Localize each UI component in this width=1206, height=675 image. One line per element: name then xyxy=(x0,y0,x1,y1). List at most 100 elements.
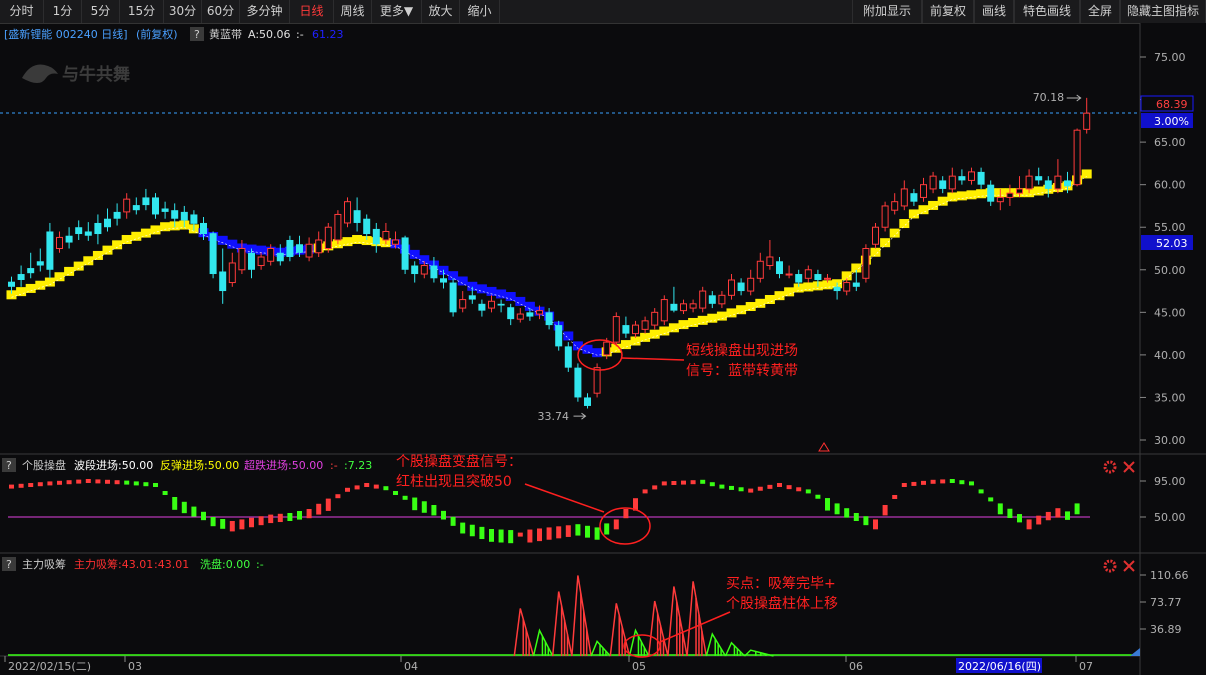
band-block-10 xyxy=(102,245,113,255)
price-label-5: 50.00 xyxy=(1154,264,1186,277)
osc-bar-47 xyxy=(460,522,466,534)
candle-body-61 xyxy=(593,367,601,394)
osc-dot-16 xyxy=(162,491,168,495)
osc-dot-71 xyxy=(690,480,696,485)
leader-line-1 xyxy=(621,357,685,361)
toolbar-btn-6[interactable]: 多分钟 xyxy=(240,0,290,23)
osc-dot-83 xyxy=(805,489,811,494)
osc-dot-1 xyxy=(18,483,24,488)
p3-axis-1: 73.77 xyxy=(1150,596,1182,609)
osc-dot-40 xyxy=(393,491,398,495)
toolbar-btn-5[interactable]: 60分 xyxy=(202,0,240,23)
osc-dot-2 xyxy=(28,483,34,487)
toolbar-right-btn-2[interactable]: 画线 xyxy=(974,0,1014,23)
osc-bar-62 xyxy=(604,523,610,535)
band-block-49 xyxy=(476,284,487,294)
candle-body-60 xyxy=(584,397,591,406)
band-block-97 xyxy=(937,196,948,206)
band-block-53 xyxy=(515,296,526,306)
toolbar-right-btn-0[interactable]: 附加显示 xyxy=(852,0,922,23)
osc-bar-60 xyxy=(585,525,590,538)
toolbar-btn-10[interactable]: 放大 xyxy=(422,0,460,23)
candle-body-63 xyxy=(612,316,620,343)
osc-bar-90 xyxy=(873,519,878,530)
candle-body-47 xyxy=(459,299,467,309)
toolbar-btn-9[interactable]: 更多▼ xyxy=(372,0,422,23)
candle-body-49 xyxy=(478,303,486,311)
toolbar-btn-0[interactable]: 分时 xyxy=(0,0,44,23)
toolbar-btn-4[interactable]: 30分 xyxy=(164,0,202,23)
toolbar-btn-2[interactable]: 5分 xyxy=(82,0,120,23)
band-block-4 xyxy=(44,277,55,287)
candle-body-97 xyxy=(939,180,947,189)
osc-dot-81 xyxy=(786,485,792,490)
stock-chart: 与牛共舞75.0070.0065.0060.0055.0050.0045.004… xyxy=(0,23,1206,675)
osc-dot-14 xyxy=(143,482,149,487)
price-label-0: 75.00 xyxy=(1154,51,1186,64)
annotation-3-line-1: 买点：吸筹完毕+ xyxy=(726,575,836,592)
band-block-77 xyxy=(745,302,756,312)
candle-body-96 xyxy=(929,175,937,190)
toolbar-btn-7[interactable]: 日线 xyxy=(290,0,334,23)
candle-body-86 xyxy=(833,286,841,292)
price-label-4: 55.00 xyxy=(1154,221,1186,234)
high-label: 70.18 xyxy=(1033,91,1065,104)
candle-body-88 xyxy=(852,282,860,287)
toolbar-right-btn-5[interactable]: 隐藏主图指标 xyxy=(1120,0,1206,23)
band-block-7 xyxy=(73,261,84,271)
toolbar-btn-3[interactable]: 15分 xyxy=(120,0,164,23)
osc-bar-55 xyxy=(537,528,542,542)
price-label-9: 30.00 xyxy=(1154,434,1186,447)
osc-bar-54 xyxy=(527,529,533,543)
indicator-name: 黄蓝带 xyxy=(209,27,242,41)
osc-bar-86 xyxy=(834,503,840,515)
candle-body-38 xyxy=(372,228,380,245)
osc-dot-84 xyxy=(815,494,821,499)
osc-bar-108 xyxy=(1045,511,1051,521)
osc-dot-53 xyxy=(517,532,523,537)
osc-dot-8 xyxy=(85,479,91,483)
band-block-2 xyxy=(25,283,36,293)
toolbar-btn-8[interactable]: 周线 xyxy=(334,0,372,23)
panel3-s4: :- xyxy=(256,558,264,571)
osc-bar-88 xyxy=(853,513,859,521)
toolbar-right-btn-3[interactable]: 特色画线 xyxy=(1014,0,1080,23)
candle-body-75 xyxy=(728,279,735,296)
candle-body-29 xyxy=(286,239,294,258)
osc-bar-111 xyxy=(1074,503,1080,515)
osc-dot-35 xyxy=(345,487,350,492)
candle-body-2 xyxy=(27,268,35,274)
toolbar-btn-1[interactable]: 1分 xyxy=(44,0,82,23)
band-block-47 xyxy=(457,276,468,286)
candle-body-84 xyxy=(814,274,822,280)
osc-dot-0 xyxy=(9,484,14,489)
toolbar-right-btn-4[interactable]: 全屏 xyxy=(1080,0,1120,23)
candle-body-66 xyxy=(641,320,649,330)
candle-body-57 xyxy=(555,325,563,347)
close-icon-p2 xyxy=(1123,461,1135,473)
candle-body-74 xyxy=(718,294,726,305)
osc-dot-10 xyxy=(105,479,110,484)
osc-dot-12 xyxy=(124,480,130,485)
candle-body-103 xyxy=(996,196,1004,203)
osc-dot-95 xyxy=(921,480,926,485)
osc-bar-85 xyxy=(825,498,830,511)
band-block-42 xyxy=(409,249,420,259)
osc-dot-68 xyxy=(661,481,667,486)
band-block-last xyxy=(1081,169,1092,179)
gear-hole-p3 xyxy=(1108,564,1112,568)
candle-body-14 xyxy=(142,197,150,206)
toolbar-right-btn-1[interactable]: 前复权 xyxy=(922,0,974,23)
osc-bar-57 xyxy=(556,526,562,539)
osc-bar-52 xyxy=(508,530,514,544)
candle-body-12 xyxy=(123,198,131,213)
toolbar-btn-11[interactable]: 缩小 xyxy=(460,0,500,23)
candle-body-54 xyxy=(526,312,534,317)
candle-body-106 xyxy=(1025,175,1033,190)
panel2-s4: :- xyxy=(330,459,338,472)
osc-dot-9 xyxy=(95,479,101,484)
candle-body-52 xyxy=(507,307,515,320)
osc-bar-49 xyxy=(479,526,485,540)
band-block-11 xyxy=(112,240,123,250)
candle-body-19 xyxy=(190,214,198,224)
